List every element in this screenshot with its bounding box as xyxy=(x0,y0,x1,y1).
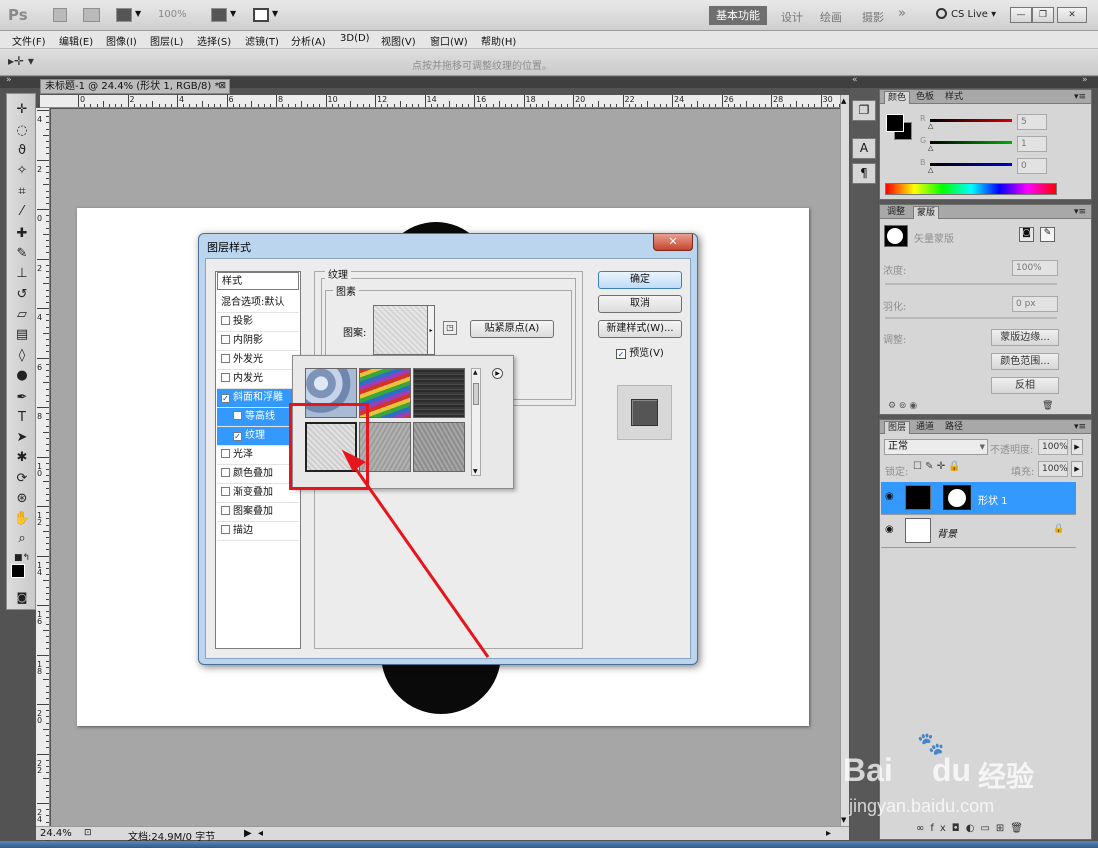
annotation-arrow xyxy=(341,449,490,658)
color-foreground-swatch[interactable] xyxy=(886,114,904,132)
